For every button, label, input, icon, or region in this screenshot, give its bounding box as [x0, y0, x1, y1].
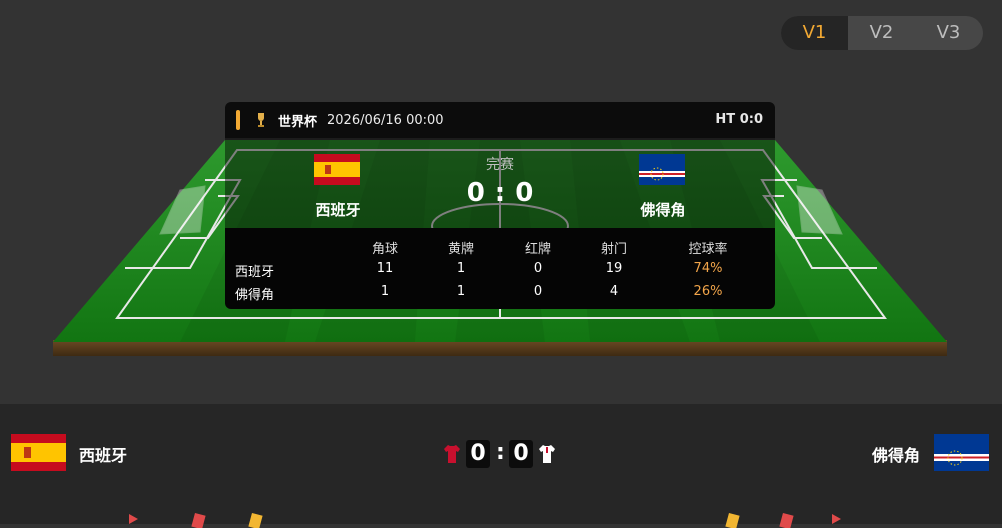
away-team-name[interactable]: 佛得角	[628, 199, 698, 220]
bottom-home-name[interactable]: 西班牙	[79, 442, 127, 466]
stat-value: 19	[605, 261, 623, 276]
league-name[interactable]: 世界杯	[278, 111, 317, 130]
cape-verde-flag-icon	[934, 434, 989, 471]
bottom-score: 0 : 0	[441, 438, 559, 470]
score-section: 西班牙 完赛 0:0 佛得角	[225, 138, 775, 228]
main-score: 0:0	[450, 178, 550, 208]
accent-bar	[236, 110, 240, 130]
cape-verde-flag-icon	[639, 154, 685, 185]
stats-row-home: 西班牙 11 1 0 19 74%	[225, 261, 775, 283]
away-score: 0	[515, 178, 534, 208]
stats-header-row: 角球 黄牌 红牌 射门 控球率	[225, 238, 775, 260]
stat-header-yellow: 黄牌	[447, 242, 474, 257]
stat-header-possession: 控球率	[688, 242, 728, 257]
match-header: 世界杯 2026/06/16 00:00 HT 0:0	[225, 102, 775, 138]
stat-header-red: 红牌	[524, 242, 551, 257]
away-shirt-icon	[539, 445, 555, 463]
red-card-icon	[779, 512, 794, 528]
spain-flag-icon	[11, 434, 66, 471]
flag-marker-icon	[129, 514, 138, 524]
stat-header-shots: 射门	[600, 242, 627, 257]
spain-flag-icon	[314, 154, 360, 185]
stats-table: 角球 黄牌 红牌 射门 控球率 西班牙 11 1 0 19 74% 佛得角 1 …	[225, 228, 775, 309]
flag-marker-icon	[832, 514, 841, 524]
home-shirt-icon	[444, 445, 460, 463]
home-score: 0	[466, 178, 485, 208]
home-team-name[interactable]: 西班牙	[303, 199, 373, 220]
stat-possession: 26%	[693, 284, 723, 299]
stats-team-name: 佛得角	[235, 288, 275, 303]
yellow-card-icon	[248, 512, 263, 528]
match-panel: 世界杯 2026/06/16 00:00 HT 0:0 西班牙 完赛 0:0 佛…	[225, 102, 775, 309]
yellow-card-icon	[725, 512, 740, 528]
red-card-icon	[191, 512, 206, 528]
bottom-away-name[interactable]: 佛得角	[872, 442, 920, 466]
stat-value: 1	[380, 284, 390, 299]
stats-row-away: 佛得角 1 1 0 4 26%	[225, 284, 775, 306]
stat-value: 1	[456, 284, 466, 299]
stat-value: 0	[533, 284, 543, 299]
stat-header-corners: 角球	[371, 242, 398, 257]
trophy-icon	[254, 111, 268, 129]
bottom-score-colon: :	[496, 440, 505, 465]
halftime-score: HT 0:0	[715, 112, 763, 127]
bottom-home-score: 0	[466, 440, 490, 468]
score-colon: :	[494, 178, 506, 208]
stat-value: 0	[533, 261, 543, 276]
event-timeline-strip	[129, 512, 841, 528]
stat-value: 1	[456, 261, 466, 276]
match-datetime: 2026/06/16 00:00	[327, 112, 444, 128]
match-status: 完赛	[486, 157, 514, 173]
stat-value: 11	[376, 261, 394, 276]
stat-possession: 74%	[693, 261, 723, 276]
bottom-away-score: 0	[509, 440, 533, 468]
bottom-score-bar: 西班牙 0 : 0 佛得角	[0, 404, 1002, 528]
stats-team-name: 西班牙	[235, 265, 275, 280]
stat-value: 4	[609, 284, 619, 299]
